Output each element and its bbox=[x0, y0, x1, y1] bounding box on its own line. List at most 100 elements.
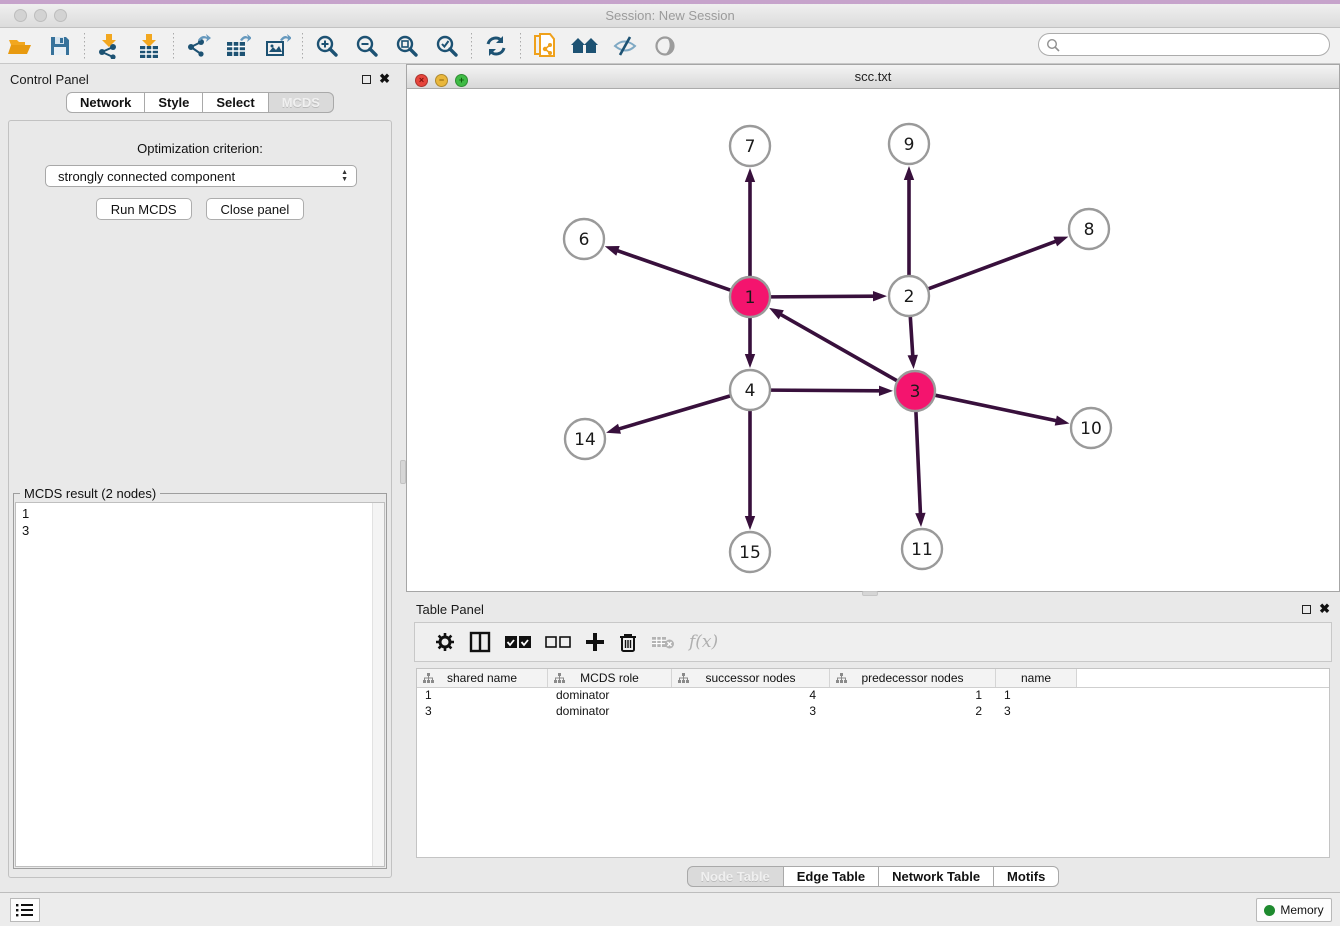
graph-node-2[interactable]: 2 bbox=[889, 276, 929, 316]
delete-table-icon[interactable] bbox=[651, 634, 675, 650]
gear-icon[interactable] bbox=[435, 632, 455, 652]
table-cell[interactable]: dominator bbox=[548, 688, 672, 704]
table-cell[interactable]: 1 bbox=[996, 688, 1077, 704]
graph-edge-3-11[interactable] bbox=[916, 412, 921, 515]
column-header-name[interactable]: name bbox=[996, 669, 1077, 687]
zoom-in-button[interactable] bbox=[307, 30, 347, 62]
window-traffic-lights[interactable] bbox=[14, 9, 74, 27]
table-row[interactable]: 3dominator323 bbox=[417, 704, 1329, 720]
home-view-button[interactable] bbox=[565, 30, 605, 62]
task-history-button[interactable] bbox=[10, 898, 40, 922]
graph-node-3[interactable]: 3 bbox=[895, 371, 935, 411]
table-header-row: shared nameMCDS rolesuccessor nodesprede… bbox=[417, 669, 1329, 688]
graph-node-4[interactable]: 4 bbox=[730, 370, 770, 410]
table-cell[interactable]: 1 bbox=[830, 688, 996, 704]
show-panel-button[interactable] bbox=[645, 30, 685, 62]
export-network-button[interactable] bbox=[178, 30, 218, 62]
zoom-out-button[interactable] bbox=[347, 30, 387, 62]
add-column-icon[interactable] bbox=[585, 632, 605, 652]
float-panel-icon[interactable] bbox=[1302, 605, 1311, 614]
column-header-MCDS-role[interactable]: MCDS role bbox=[548, 669, 672, 687]
graph-node-10[interactable]: 10 bbox=[1071, 408, 1111, 448]
search-input[interactable] bbox=[1038, 33, 1330, 56]
column-header-predecessor-nodes[interactable]: predecessor nodes bbox=[830, 669, 996, 687]
graph-node-7[interactable]: 7 bbox=[730, 126, 770, 166]
hide-panels-button[interactable] bbox=[605, 30, 645, 62]
export-image-button[interactable] bbox=[258, 30, 298, 62]
toolbar-separator bbox=[84, 33, 85, 59]
graph-node-14[interactable]: 14 bbox=[565, 419, 605, 459]
close-network-button[interactable]: × bbox=[415, 74, 428, 87]
tab-select[interactable]: Select bbox=[203, 92, 268, 113]
close-panel-button[interactable]: Close panel bbox=[206, 198, 305, 220]
window-titlebar: Session: New Session bbox=[0, 4, 1340, 28]
graph-edge-2-3[interactable] bbox=[910, 317, 913, 357]
float-panel-icon[interactable] bbox=[362, 75, 371, 84]
network-window-titlebar[interactable]: ×−+ scc.txt bbox=[407, 65, 1339, 89]
optimization-criterion-select[interactable]: strongly connected component ▲▼ bbox=[45, 165, 357, 187]
table-cell[interactable]: 3 bbox=[996, 704, 1077, 720]
refresh-button[interactable] bbox=[476, 30, 516, 62]
table-cell[interactable]: 2 bbox=[830, 704, 996, 720]
tab-network[interactable]: Network bbox=[66, 92, 145, 113]
column-header-successor-nodes[interactable]: successor nodes bbox=[672, 669, 830, 687]
minimize-network-button[interactable]: − bbox=[435, 74, 448, 87]
table-row[interactable]: 1dominator411 bbox=[417, 688, 1329, 704]
node-label: 10 bbox=[1080, 419, 1102, 439]
export-table-icon bbox=[225, 33, 251, 59]
graph-edge-3-1[interactable] bbox=[780, 314, 897, 381]
column-header-shared-name[interactable]: shared name bbox=[417, 669, 548, 687]
toolbar-separator bbox=[302, 33, 303, 59]
zoom-network-button[interactable]: + bbox=[455, 74, 468, 87]
close-panel-icon[interactable]: ✖ bbox=[379, 74, 390, 84]
graph-node-8[interactable]: 8 bbox=[1069, 209, 1109, 249]
tab-mcds[interactable]: MCDS bbox=[269, 92, 334, 113]
tab-network-table[interactable]: Network Table bbox=[879, 866, 994, 887]
network-graph[interactable]: 1 2 3 4 6 7 8 9 10 11 14 15 bbox=[407, 89, 1339, 591]
tab-edge-table[interactable]: Edge Table bbox=[784, 866, 879, 887]
graph-edge-1-6[interactable] bbox=[616, 250, 730, 290]
table-cell[interactable]: 4 bbox=[672, 688, 830, 704]
graph-node-15[interactable]: 15 bbox=[730, 532, 770, 572]
minimize-window-button[interactable] bbox=[34, 9, 47, 22]
toolbar-separator bbox=[173, 33, 174, 59]
graph-edge-1-2[interactable] bbox=[771, 296, 875, 297]
graph-edge-arrow bbox=[745, 516, 755, 530]
memory-button[interactable]: Memory bbox=[1256, 898, 1332, 922]
graph-node-9[interactable]: 9 bbox=[889, 124, 929, 164]
network-file-button[interactable] bbox=[525, 30, 565, 62]
zoom-selected-button[interactable] bbox=[427, 30, 467, 62]
graph-edge-arrow bbox=[745, 354, 755, 368]
table-cell[interactable]: 3 bbox=[672, 704, 830, 720]
delete-icon[interactable] bbox=[619, 632, 637, 652]
close-panel-icon[interactable]: ✖ bbox=[1319, 604, 1330, 614]
mcds-result-textarea[interactable]: 1 3 bbox=[15, 502, 385, 867]
result-scrollbar[interactable] bbox=[372, 503, 384, 866]
import-table-button[interactable] bbox=[129, 30, 169, 62]
run-mcds-button[interactable]: Run MCDS bbox=[96, 198, 192, 220]
zoom-window-button[interactable] bbox=[54, 9, 67, 22]
function-builder-icon[interactable]: f(x) bbox=[689, 632, 718, 652]
graph-edge-2-8[interactable] bbox=[929, 241, 1057, 289]
select-all-icon[interactable] bbox=[505, 635, 531, 649]
graph-edge-3-10[interactable] bbox=[936, 395, 1058, 421]
deselect-all-icon[interactable] bbox=[545, 635, 571, 649]
graph-node-11[interactable]: 11 bbox=[902, 529, 942, 569]
import-network-button[interactable] bbox=[89, 30, 129, 62]
export-table-button[interactable] bbox=[218, 30, 258, 62]
table-cell[interactable]: 3 bbox=[417, 704, 548, 720]
tab-style[interactable]: Style bbox=[145, 92, 203, 113]
graph-edge-4-14[interactable] bbox=[618, 396, 730, 429]
table-cell[interactable]: dominator bbox=[548, 704, 672, 720]
table-cell[interactable]: 1 bbox=[417, 688, 548, 704]
close-window-button[interactable] bbox=[14, 9, 27, 22]
tab-motifs[interactable]: Motifs bbox=[994, 866, 1059, 887]
graph-edge-4-3[interactable] bbox=[771, 390, 881, 391]
save-session-button[interactable] bbox=[40, 30, 80, 62]
graph-node-1[interactable]: 1 bbox=[730, 277, 770, 317]
graph-node-6[interactable]: 6 bbox=[564, 219, 604, 259]
tab-node-table[interactable]: Node Table bbox=[687, 866, 784, 887]
column-layout-icon[interactable] bbox=[469, 631, 491, 653]
zoom-fit-button[interactable] bbox=[387, 30, 427, 62]
open-session-button[interactable] bbox=[0, 30, 40, 62]
